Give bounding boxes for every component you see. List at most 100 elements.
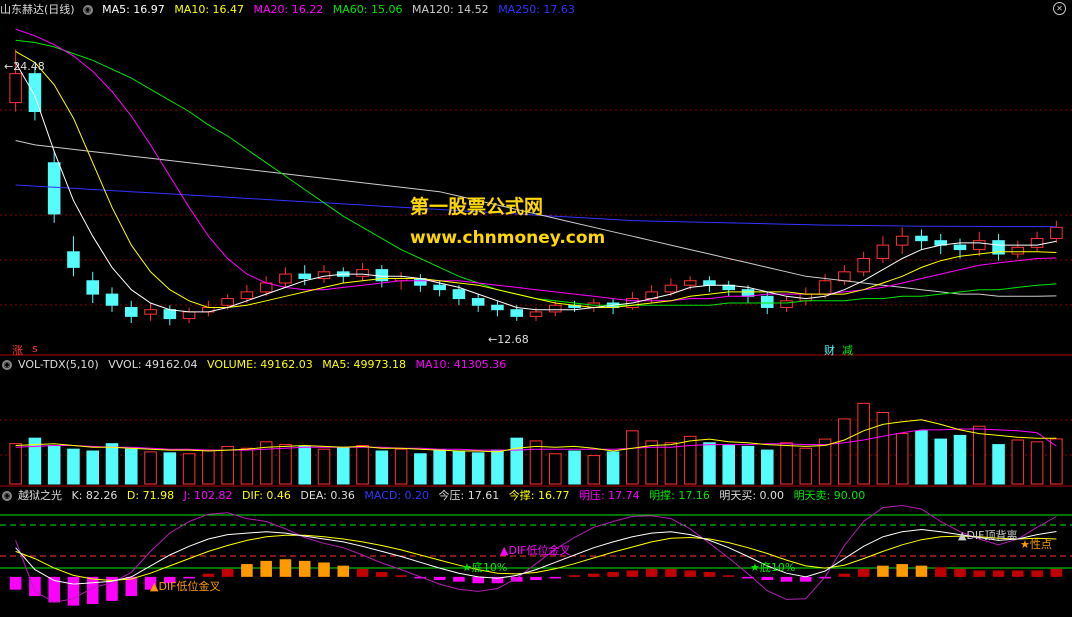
macd-bar [915, 565, 928, 577]
volume-layer [9, 402, 1063, 485]
candle-body [741, 289, 755, 297]
vol-settings-icon[interactable]: ◉ [2, 360, 12, 370]
candle-body [760, 295, 774, 308]
candle-body [915, 235, 928, 242]
ma250-readout: MA250: 17.63 [498, 3, 575, 16]
candle-body [703, 280, 716, 286]
volume-bar [838, 418, 851, 485]
volume-bar [433, 449, 446, 485]
high-price-label: ←24.48 [4, 60, 45, 73]
volume-bar [86, 450, 100, 485]
settings-icon[interactable]: ◉ [82, 5, 93, 15]
volume-bar [934, 438, 948, 485]
macd-bar [318, 562, 330, 577]
macd-bar [645, 568, 658, 577]
volume-bar [105, 443, 119, 485]
macd-bar [722, 575, 735, 577]
macd-bar [857, 568, 870, 577]
candle-body [1050, 226, 1063, 239]
macd-readout: MACD: 0.20 [364, 489, 430, 502]
ma5-readout: MA5: 16.97 [102, 3, 165, 16]
macd-bar [202, 573, 215, 577]
candle-body [529, 311, 543, 317]
volume-bar [298, 445, 312, 485]
candle-body [780, 300, 793, 308]
ma5-line [15, 62, 1057, 313]
candle-body [105, 293, 119, 306]
volume-bar [9, 443, 22, 485]
candle-body [972, 240, 986, 251]
price-layer [9, 28, 1063, 326]
macd-bar [780, 576, 793, 582]
volume-bar [972, 425, 986, 485]
candle-body [67, 251, 80, 268]
watermark-url: www.chnmoney.com [410, 228, 606, 248]
indicator-header: ◉ 越狱之光 K: 82.26 D: 71.98 J: 102.82 DIF: 0… [0, 488, 871, 504]
macd-bar [356, 568, 369, 577]
volume-bar [510, 437, 524, 485]
ind-settings-icon[interactable]: ◉ [2, 491, 12, 501]
mark-up: 涨 [12, 344, 23, 357]
volume-bar [895, 433, 909, 485]
macd-bar [588, 573, 600, 577]
volume-bar [317, 448, 331, 485]
macd-bar [896, 564, 908, 577]
mingcheng-readout: 明撑: 17.16 [649, 489, 710, 502]
macd-bar [376, 572, 388, 577]
volume-bar [47, 445, 61, 485]
macd-bar [954, 568, 966, 577]
volume-bar [626, 430, 639, 485]
macd-bar [877, 565, 889, 577]
candle-body [356, 269, 369, 277]
ma60-line [15, 39, 1057, 306]
macd-bar [9, 576, 22, 590]
ann-dif-top: ▲DIF顶背离 [958, 529, 1018, 542]
mingmai-readout: 明天买: 0.00 [719, 489, 785, 502]
volume-bar [606, 451, 620, 485]
volume-bar [915, 430, 928, 485]
volume-bar [414, 453, 427, 485]
candle-body [548, 304, 562, 313]
candle-body [47, 162, 61, 215]
ma60-readout: MA60: 15.06 [332, 3, 403, 16]
candle-body [124, 306, 138, 317]
macd-bar [934, 567, 947, 577]
watermark-title: 第一股票公式网 [410, 196, 544, 218]
candle-body [953, 244, 967, 251]
volume-bar [780, 442, 793, 485]
volume-bar [67, 448, 80, 485]
macd-bar [298, 560, 311, 577]
candle-body [510, 309, 524, 317]
candle-body [28, 73, 42, 113]
volume-bar [587, 455, 601, 485]
volume-header: ◉ VOL-TDX(5,10) VVOL: 49162.04 VOLUME: 49… [0, 357, 512, 373]
macd-bar [1050, 568, 1063, 577]
candle-body [163, 309, 177, 320]
ind-name: 越狱之光 [18, 489, 62, 502]
ann-maidian: ★性点 [1020, 538, 1052, 551]
ma10-readout: MA10: 16.47 [174, 3, 245, 16]
volume-bar [548, 453, 562, 485]
volume-bar [722, 445, 736, 485]
candle-body [452, 289, 466, 300]
volume-bar [568, 450, 581, 485]
price-header: 山东赫达(日线) ◉ MA5: 16.97 MA10: 16.47 MA20: 1… [0, 2, 581, 18]
volume-bar [683, 435, 697, 485]
candle-body [818, 280, 832, 295]
macd-bar [838, 573, 851, 577]
candle-body [683, 280, 697, 286]
macd-bar [67, 576, 80, 606]
k-readout: K: 82.26 [71, 489, 118, 502]
candle-body [298, 273, 312, 280]
candle-body [221, 298, 234, 306]
mingya-readout: 明压: 17.74 [578, 489, 640, 502]
volume-bar [876, 412, 890, 485]
ann-dif-low: ▲DIF低位金叉 [150, 580, 221, 593]
volume-bar [375, 450, 389, 485]
volume-readout: VOLUME: 49162.03 [207, 358, 313, 371]
close-icon[interactable]: ✕ [1053, 2, 1066, 15]
macd-bar [433, 576, 446, 581]
vol-ma5-readout: MA5: 49973.18 [322, 358, 406, 371]
macd-bar [1031, 570, 1043, 577]
candle-body [799, 293, 813, 302]
